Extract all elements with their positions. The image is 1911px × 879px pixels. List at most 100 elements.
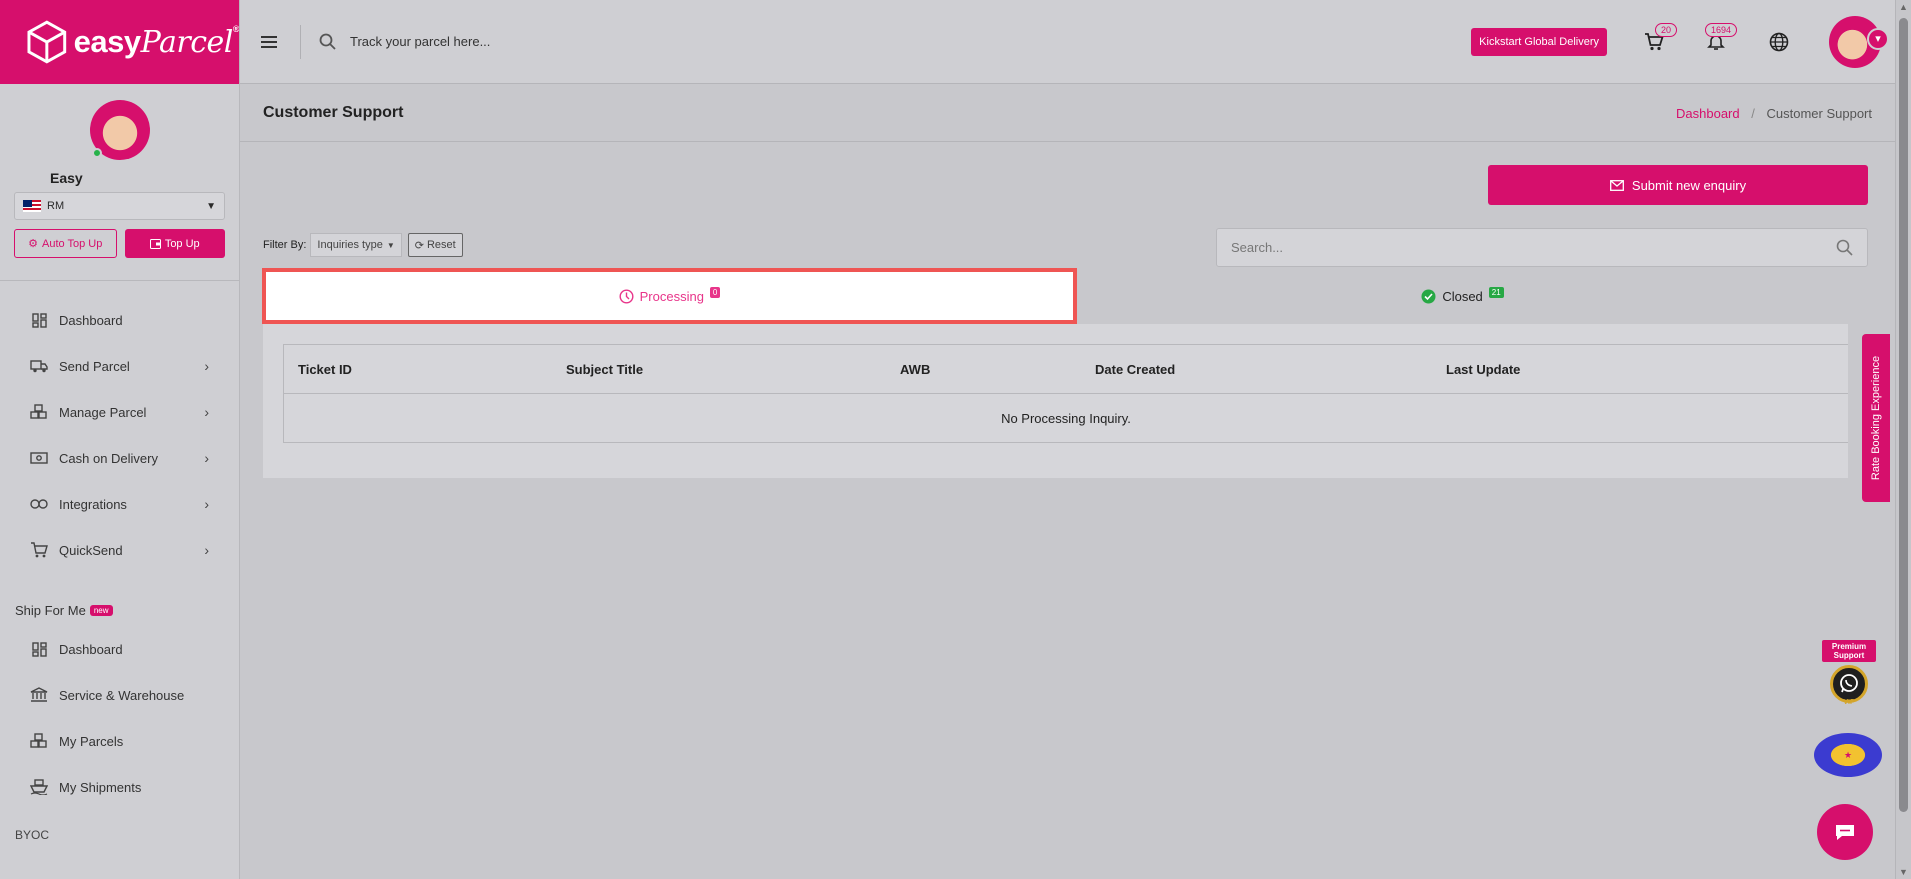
topup-button[interactable]: Top Up	[124, 229, 225, 258]
track-parcel-search[interactable]: Track your parcel here...	[319, 33, 490, 50]
sidebar-item-my-parcels[interactable]: My Parcels	[0, 718, 239, 764]
breadcrumb-dashboard-link[interactable]: Dashboard	[1676, 106, 1740, 121]
sidebar-item-sfm-dashboard[interactable]: Dashboard	[0, 626, 239, 672]
auto-topup-button[interactable]: ⚙ Auto Top Up	[14, 229, 117, 258]
processing-count-badge: 0	[709, 286, 721, 298]
inquiry-search-input[interactable]: Search...	[1216, 228, 1868, 267]
dashboard-icon	[30, 640, 48, 658]
sidebar-item-label: Dashboard	[59, 312, 123, 328]
chat-bubble-icon	[1836, 825, 1854, 840]
sidebar-item-service-warehouse[interactable]: Service & Warehouse	[0, 672, 239, 718]
sidebar-item-quicksend[interactable]: QuickSend ›	[0, 527, 239, 573]
notification-count-badge: 1694	[1705, 22, 1738, 37]
sidebar-item-label: Dashboard	[59, 641, 123, 657]
reset-button[interactable]: ⟳ Reset	[407, 233, 463, 257]
cash-icon	[30, 449, 48, 467]
filter-row: Filter By: Inquiries type ▼ ⟳ Reset	[263, 233, 463, 257]
sidebar-item-dashboard[interactable]: Dashboard	[0, 297, 239, 343]
rate-booking-label: Rate Booking Experience	[1870, 355, 1883, 481]
caret-down-icon: ▼	[386, 240, 395, 250]
premium-support-widget[interactable]: Premium Support VIP	[1822, 640, 1876, 706]
wallet-icon	[149, 238, 161, 249]
scroll-up-icon[interactable]: ▲	[1899, 2, 1908, 12]
scroll-down-icon[interactable]: ▼	[1899, 867, 1908, 877]
malaysia-flag-icon	[23, 200, 41, 212]
new-badge: new	[89, 605, 113, 616]
top-header: Track your parcel here... Kickstart Glob…	[240, 0, 1895, 84]
dashboard-icon	[30, 311, 48, 329]
sidebar-item-send-parcel[interactable]: Send Parcel ›	[0, 343, 239, 389]
sidebar-profile: Easy	[0, 84, 239, 186]
tab-processing-label: Processing	[639, 288, 704, 304]
sidebar-item-integrations[interactable]: Integrations ›	[0, 481, 239, 527]
boxes-icon	[30, 403, 48, 421]
truck-icon	[30, 357, 48, 375]
rate-booking-experience-tab[interactable]: Rate Booking Experience	[1862, 334, 1890, 502]
sidebar-item-manage-parcel[interactable]: Manage Parcel ›	[0, 389, 239, 435]
whatsapp-icon	[1830, 665, 1868, 703]
bank-icon	[30, 686, 48, 704]
menu-icon[interactable]	[260, 35, 278, 49]
column-header: AWB	[900, 361, 931, 377]
tab-processing[interactable]: Processing 0	[262, 268, 1077, 324]
sidebar-item-my-shipments[interactable]: My Shipments	[0, 764, 239, 810]
avatar[interactable]	[89, 100, 150, 160]
byoc-heading: BYOC	[15, 828, 50, 842]
chevron-right-icon: ›	[204, 542, 209, 558]
inquiry-table: Ticket ID Subject Title AWB Date Created…	[283, 344, 1848, 443]
chevron-right-icon: ›	[204, 496, 209, 512]
promo-badge-icon[interactable]: ★	[1814, 733, 1882, 777]
breadcrumb: Dashboard / Customer Support	[1676, 106, 1872, 121]
chevron-right-icon: ›	[204, 404, 209, 420]
page-header: Customer Support Dashboard / Customer Su…	[240, 85, 1895, 142]
sidebar-item-label: Send Parcel	[59, 358, 130, 374]
topup-label: Top Up	[164, 237, 200, 250]
live-chat-button[interactable]	[1817, 804, 1873, 860]
brand-logo[interactable]: easyParcel®	[0, 0, 239, 84]
sidebar-item-label: Integrations	[59, 496, 127, 512]
inquiry-table-panel: Ticket ID Subject Title AWB Date Created…	[263, 324, 1848, 478]
filter-label: Filter By:	[263, 239, 307, 251]
empty-message: No Processing Inquiry.	[1001, 410, 1131, 426]
kickstart-global-delivery-button[interactable]: Kickstart Global Delivery	[1471, 27, 1607, 56]
currency-select[interactable]: RM ▼	[14, 192, 225, 220]
page-title: Customer Support	[263, 104, 404, 121]
table-header: Ticket ID Subject Title AWB Date Created…	[284, 345, 1848, 394]
user-avatar-menu[interactable]: ▾	[1829, 15, 1889, 68]
auto-topup-label: Auto Top Up	[42, 237, 103, 250]
section-label: Ship For Me	[15, 603, 86, 618]
cart-icon	[30, 541, 48, 559]
table-empty-row: No Processing Inquiry.	[284, 394, 1848, 442]
chevron-right-icon: ›	[204, 358, 209, 374]
submit-new-enquiry-button[interactable]: Submit new enquiry	[1488, 165, 1868, 205]
sidebar-item-label: My Shipments	[59, 779, 142, 795]
search-placeholder: Search...	[1231, 240, 1284, 255]
profile-name: Easy	[50, 170, 83, 186]
tab-closed[interactable]: Closed 21	[1077, 268, 1848, 324]
track-parcel-input[interactable]: Track your parcel here...	[350, 34, 490, 49]
reset-label: Reset	[426, 239, 456, 251]
chevron-down-icon: ▼	[206, 200, 216, 212]
cart-button[interactable]: 20	[1641, 22, 1678, 55]
inquiries-type-select[interactable]: Inquiries type ▼	[310, 233, 402, 257]
logo-script-text: Parcel	[140, 25, 234, 60]
page-scrollbar[interactable]: ▲ ▼	[1895, 0, 1911, 879]
check-circle-icon	[1421, 289, 1436, 303]
chevron-down-icon: ▾	[1867, 27, 1889, 50]
inquiries-type-value: Inquiries type	[317, 239, 383, 251]
submit-enquiry-label: Submit new enquiry	[1631, 177, 1747, 193]
sidebar-item-label: QuickSend	[59, 542, 123, 558]
sidebar: easyParcel® Easy RM ▼ ⚙ Auto Top Up Top …	[0, 0, 240, 879]
ship-for-me-heading: Ship For Me new	[0, 573, 239, 626]
header-actions: Kickstart Global Delivery 20 1694 ▾	[1471, 15, 1895, 68]
breadcrumb-current: Customer Support	[1766, 105, 1873, 121]
notifications-button[interactable]: 1694	[1703, 22, 1738, 55]
sidebar-item-cash-on-delivery[interactable]: Cash on Delivery ›	[0, 435, 239, 481]
link-icon	[30, 495, 48, 513]
search-icon[interactable]	[1836, 239, 1853, 256]
logo-wordmark: easyParcel®	[74, 24, 239, 60]
sidebar-nav: Dashboard Send Parcel › Manage Parcel › …	[0, 280, 239, 842]
globe-icon[interactable]	[1769, 32, 1789, 52]
scrollbar-thumb[interactable]	[1899, 18, 1908, 812]
column-header: Last Update	[1446, 361, 1521, 377]
